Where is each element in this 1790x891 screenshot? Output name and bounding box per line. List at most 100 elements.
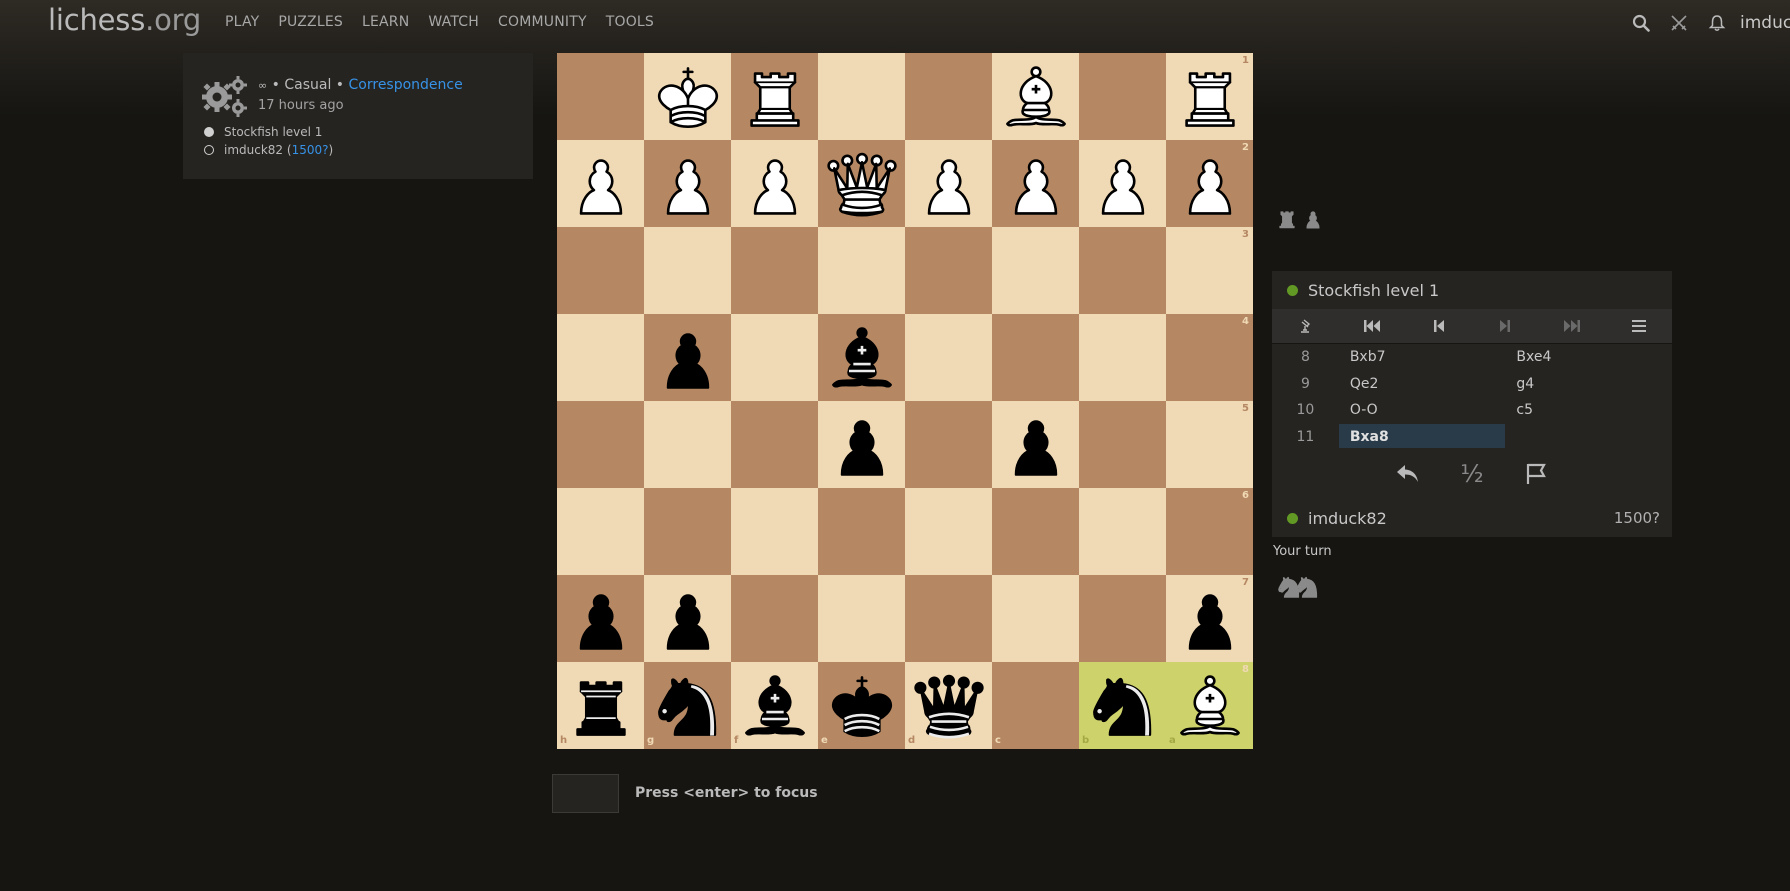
nav-tools[interactable]: TOOLS [606, 14, 654, 30]
prev-move-icon[interactable] [1405, 309, 1472, 343]
square-h1[interactable] [557, 53, 644, 140]
white-pawn-a2[interactable] [1166, 140, 1253, 227]
square-h6[interactable] [557, 488, 644, 575]
user-menu[interactable]: imduck82 [1740, 13, 1790, 33]
square-e6[interactable] [818, 488, 905, 575]
my-name[interactable]: imduck82 [1308, 509, 1387, 528]
white-bishop-a8[interactable] [1166, 662, 1253, 749]
white-king-g1[interactable] [644, 53, 731, 140]
square-g6[interactable] [644, 488, 731, 575]
square-g5[interactable] [644, 401, 731, 488]
takeback-icon[interactable] [1390, 456, 1426, 492]
move-black[interactable]: c5 [1505, 397, 1672, 423]
white-rook-f1[interactable] [731, 53, 818, 140]
black-pawn-h7[interactable] [557, 575, 644, 662]
white-pawn-h2[interactable] [557, 140, 644, 227]
black-pawn-c5[interactable] [992, 401, 1079, 488]
square-e7[interactable] [818, 575, 905, 662]
black-rook-h8[interactable] [557, 662, 644, 749]
white-queen-e2[interactable] [818, 140, 905, 227]
black-knight-b8[interactable] [1079, 662, 1166, 749]
keyboard-move-input[interactable] [552, 774, 619, 813]
square-d7[interactable] [905, 575, 992, 662]
move-black[interactable]: Bxe4 [1505, 344, 1672, 370]
square-f5[interactable] [731, 401, 818, 488]
square-b1[interactable] [1079, 53, 1166, 140]
move-black[interactable]: g4 [1505, 371, 1672, 397]
square-f6[interactable] [731, 488, 818, 575]
black-pawn-a7[interactable] [1166, 575, 1253, 662]
square-c8[interactable] [992, 662, 1079, 749]
black-bishop-f8[interactable] [731, 662, 818, 749]
flag-icon[interactable] [1518, 456, 1554, 492]
square-e3[interactable] [818, 227, 905, 314]
nav-watch[interactable]: WATCH [428, 14, 479, 30]
black-pawn-g7[interactable] [644, 575, 731, 662]
move-white[interactable]: Bxa8 [1338, 423, 1506, 450]
move-white[interactable]: Bxb7 [1339, 344, 1506, 370]
square-h4[interactable] [557, 314, 644, 401]
square-d1[interactable] [905, 53, 992, 140]
nav-learn[interactable]: LEARN [362, 14, 409, 30]
site-tld: .org [145, 3, 202, 37]
square-b3[interactable] [1079, 227, 1166, 314]
square-c4[interactable] [992, 314, 1079, 401]
white-pawn-d2[interactable] [905, 140, 992, 227]
bell-icon[interactable] [1698, 0, 1736, 46]
square-f7[interactable] [731, 575, 818, 662]
square-d6[interactable] [905, 488, 992, 575]
move-white[interactable]: O-O [1339, 397, 1506, 423]
square-b6[interactable] [1079, 488, 1166, 575]
site-title[interactable]: lichess.org [48, 3, 201, 37]
square-b4[interactable] [1079, 314, 1166, 401]
last-move-icon[interactable] [1539, 309, 1606, 343]
square-a5[interactable] [1166, 401, 1253, 488]
square-b7[interactable] [1079, 575, 1166, 662]
menu-icon[interactable] [1605, 309, 1672, 343]
square-b5[interactable] [1079, 401, 1166, 488]
white-pawn-f2[interactable] [731, 140, 818, 227]
chess-board[interactable]: 1 2 3 4 5 6 7 8 h g f e d c b a [557, 53, 1253, 749]
square-f4[interactable] [731, 314, 818, 401]
swords-icon[interactable] [1660, 0, 1698, 46]
black-player-name[interactable]: imduck82 [224, 143, 283, 157]
square-c3[interactable] [992, 227, 1079, 314]
square-h5[interactable] [557, 401, 644, 488]
move-white[interactable]: Qe2 [1339, 371, 1506, 397]
square-a3[interactable] [1166, 227, 1253, 314]
square-c7[interactable] [992, 575, 1079, 662]
black-queen-d8[interactable] [905, 662, 992, 749]
white-pawn-g2[interactable] [644, 140, 731, 227]
square-c6[interactable] [992, 488, 1079, 575]
square-d5[interactable] [905, 401, 992, 488]
white-bishop-c1[interactable] [992, 53, 1079, 140]
black-king-e8[interactable] [818, 662, 905, 749]
opponent-name[interactable]: Stockfish level 1 [1308, 281, 1439, 300]
white-player-name[interactable]: Stockfish level 1 [224, 125, 322, 139]
analysis-icon[interactable] [1272, 309, 1339, 343]
offer-draw-button[interactable]: ½ [1454, 456, 1490, 492]
square-d4[interactable] [905, 314, 992, 401]
square-f3[interactable] [731, 227, 818, 314]
nav-puzzles[interactable]: PUZZLES [278, 14, 343, 30]
next-move-icon[interactable] [1472, 309, 1539, 343]
move-number: 10 [1296, 402, 1315, 419]
square-a6[interactable] [1166, 488, 1253, 575]
black-pawn-e5[interactable] [818, 401, 905, 488]
variant-link[interactable]: Correspondence [349, 77, 463, 93]
square-e1[interactable] [818, 53, 905, 140]
black-knight-g8[interactable] [644, 662, 731, 749]
white-pawn-b2[interactable] [1079, 140, 1166, 227]
square-a4[interactable] [1166, 314, 1253, 401]
square-d3[interactable] [905, 227, 992, 314]
black-pawn-g4[interactable] [644, 314, 731, 401]
nav-play[interactable]: PLAY [225, 14, 259, 30]
square-g3[interactable] [644, 227, 731, 314]
search-icon[interactable] [1622, 0, 1660, 46]
square-h3[interactable] [557, 227, 644, 314]
white-pawn-c2[interactable] [992, 140, 1079, 227]
black-bishop-e4[interactable] [818, 314, 905, 401]
white-rook-a1[interactable] [1166, 53, 1253, 140]
first-move-icon[interactable] [1339, 309, 1406, 343]
nav-community[interactable]: COMMUNITY [498, 14, 587, 30]
